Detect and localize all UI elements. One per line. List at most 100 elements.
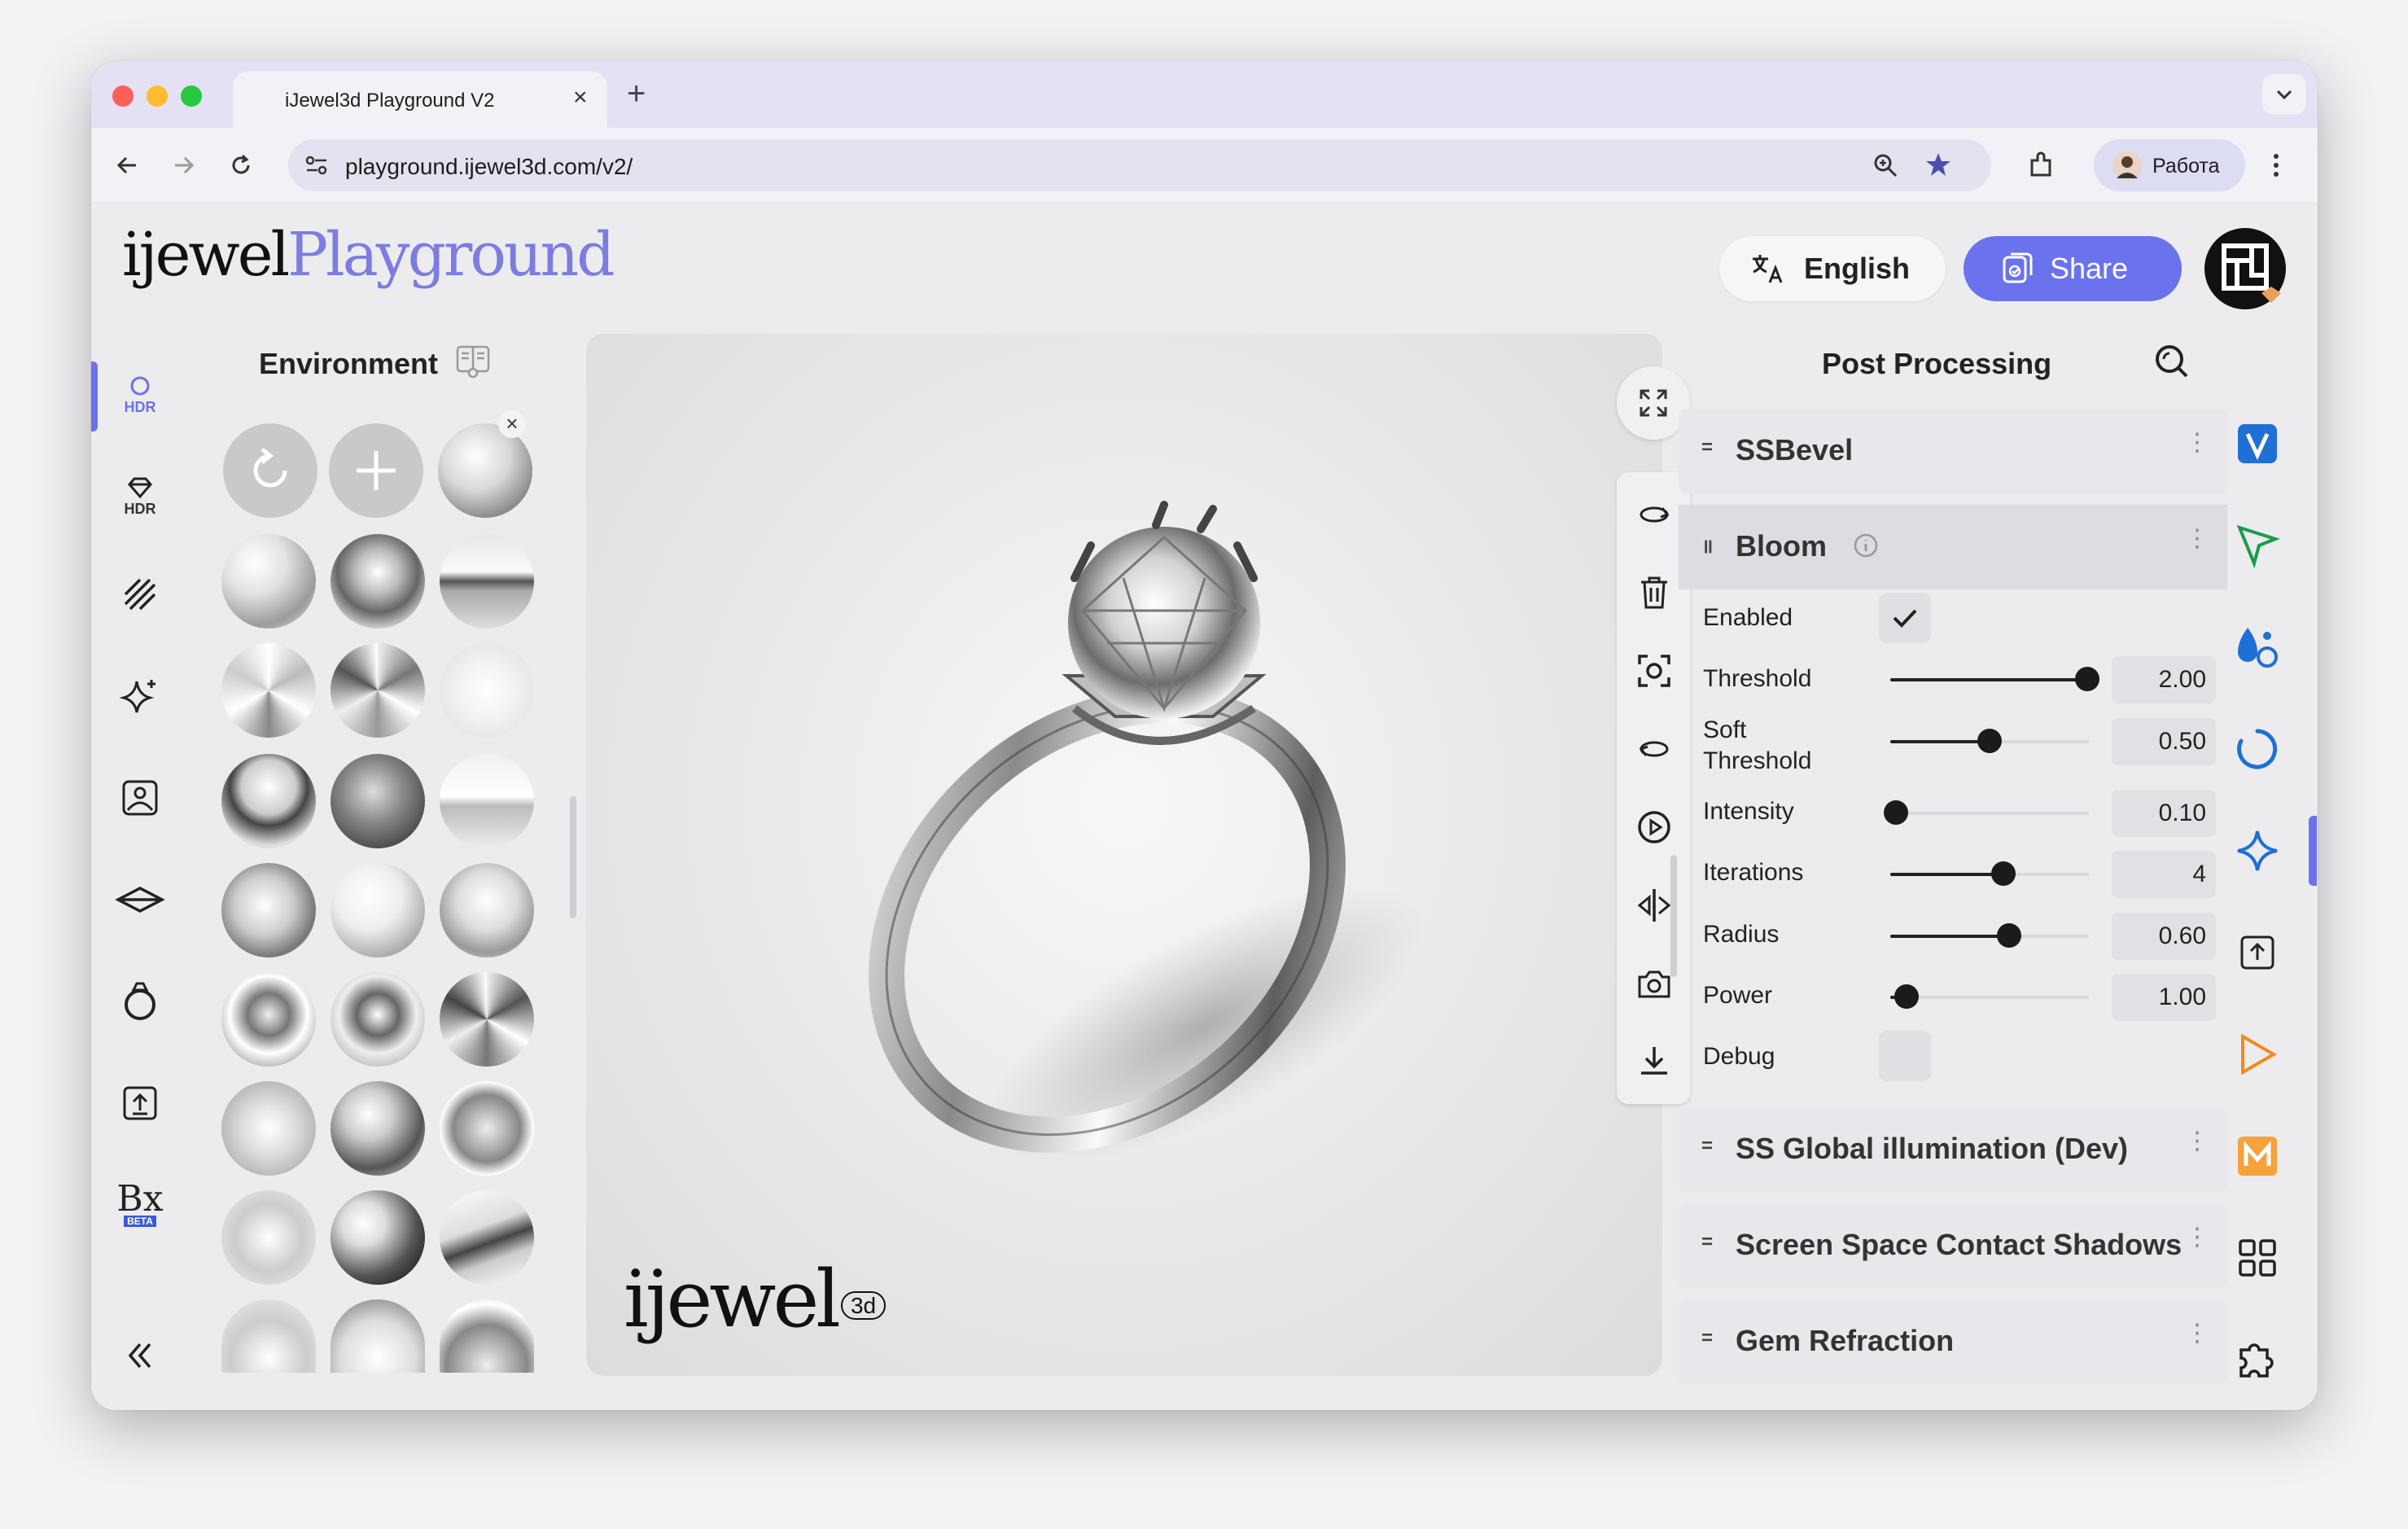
environment-thumb[interactable] <box>221 1190 316 1285</box>
slider-knob[interactable] <box>1884 800 1909 825</box>
collapse-panel-button[interactable] <box>116 1327 164 1384</box>
pp-section-bloom[interactable]: ॥ Bloom ⋮ <box>1679 505 2227 589</box>
intensity-slider[interactable] <box>1884 800 2089 825</box>
rail-v-plugin[interactable] <box>2229 415 2286 472</box>
rail-pointer[interactable] <box>2229 517 2286 574</box>
site-settings-icon[interactable] <box>304 154 329 177</box>
reset-view-button[interactable] <box>1630 725 1679 773</box>
add-environment-button[interactable] <box>329 423 423 518</box>
play-animation-button[interactable] <box>1630 803 1679 852</box>
soft-threshold-slider[interactable] <box>1890 729 2089 753</box>
rail-scene[interactable] <box>116 769 164 826</box>
environment-thumb[interactable] <box>331 1190 425 1285</box>
environment-thumb[interactable] <box>440 754 534 848</box>
environment-scrollbar[interactable] <box>570 796 576 918</box>
slider-knob[interactable] <box>1991 861 2016 886</box>
slider-knob[interactable] <box>1894 984 1919 1009</box>
rail-upload[interactable] <box>116 1075 164 1132</box>
rail-loading[interactable] <box>2229 721 2286 778</box>
debug-checkbox[interactable] <box>1879 1031 1931 1081</box>
slider-knob[interactable] <box>1977 729 2002 753</box>
back-button[interactable] <box>109 147 145 183</box>
power-slider[interactable] <box>1890 984 2089 1009</box>
more-options-icon[interactable]: ⋮ <box>2185 524 2209 553</box>
pp-section-gem-refraction[interactable]: = Gem Refraction ⋮ <box>1679 1299 2227 1384</box>
pp-section-ssgi[interactable]: = SS Global illumination (Dev) ⋮ <box>1679 1107 2227 1192</box>
rail-plugins[interactable] <box>2229 1331 2286 1388</box>
environment-thumb[interactable] <box>221 1081 316 1176</box>
drag-handle-icon[interactable]: = <box>1701 1231 1713 1254</box>
environment-thumb[interactable] <box>331 754 425 848</box>
app-logo[interactable]: ijewelPlayground <box>122 220 615 290</box>
rail-effects[interactable] <box>116 668 164 725</box>
environment-thumb[interactable] <box>331 643 425 738</box>
environment-thumb[interactable] <box>440 534 534 629</box>
drag-handle-icon[interactable]: = <box>1701 1135 1713 1158</box>
tab-search-button[interactable] <box>2262 74 2306 115</box>
enabled-checkbox[interactable] <box>1879 593 1931 643</box>
rail-m-plugin[interactable] <box>2229 1128 2286 1185</box>
rail-post-processing[interactable] <box>2229 822 2286 879</box>
environment-thumb[interactable] <box>440 643 534 738</box>
rail-materials[interactable] <box>116 973 164 1030</box>
toggle-on-icon[interactable]: ॥ <box>1701 532 1713 559</box>
soft-threshold-value[interactable]: 0.50 <box>2112 718 2216 765</box>
environment-thumb[interactable] <box>331 1081 425 1176</box>
user-avatar[interactable] <box>2204 228 2286 309</box>
bookmark-star-icon[interactable] <box>1924 151 1952 178</box>
environment-thumb[interactable] <box>221 1299 316 1373</box>
more-options-icon[interactable]: ⋮ <box>2185 1127 2209 1155</box>
new-tab-icon[interactable]: + <box>627 76 646 112</box>
radius-slider[interactable] <box>1890 923 2089 948</box>
minimize-window-button[interactable] <box>147 85 168 107</box>
rail-ground[interactable] <box>115 871 165 928</box>
profile-button[interactable]: Работа <box>2094 139 2245 191</box>
pp-section-ssbevel[interactable]: = SSBevel ⋮ <box>1679 409 2227 493</box>
close-window-button[interactable] <box>112 85 134 107</box>
reload-button[interactable] <box>223 147 259 183</box>
environment-thumb-selected[interactable] <box>438 423 532 518</box>
environment-thumb[interactable] <box>440 863 534 957</box>
slider-knob[interactable] <box>2074 667 2099 691</box>
threshold-slider[interactable] <box>1890 667 2099 691</box>
delete-button[interactable] <box>1630 568 1679 617</box>
browser-menu-button[interactable] <box>2258 147 2294 183</box>
extensions-button[interactable] <box>2024 147 2060 183</box>
rail-export[interactable] <box>2229 924 2286 981</box>
rail-bx[interactable]: Bx BETA <box>116 1176 164 1233</box>
more-options-icon[interactable]: ⋮ <box>2185 1223 2209 1251</box>
rail-shapes[interactable] <box>2229 619 2286 676</box>
environment-thumb[interactable] <box>331 1299 425 1373</box>
focus-button[interactable] <box>1630 646 1679 695</box>
3d-viewport[interactable]: ijewel 3d <box>586 334 1662 1376</box>
power-value[interactable]: 1.00 <box>2112 974 2216 1021</box>
more-options-icon[interactable]: ⋮ <box>2185 1319 2209 1347</box>
environment-thumb[interactable] <box>331 972 425 1067</box>
rail-animation[interactable] <box>2229 1026 2286 1083</box>
maximize-window-button[interactable] <box>181 85 202 107</box>
language-button[interactable]: English <box>1719 236 1946 301</box>
viewport-splitter[interactable] <box>1670 855 1677 977</box>
environment-book-icon[interactable] <box>454 342 492 379</box>
share-button[interactable]: Share <box>1964 236 2182 301</box>
iterations-slider[interactable] <box>1890 861 2089 886</box>
tab-close-icon[interactable]: × <box>573 84 588 112</box>
search-icon[interactable] <box>2152 342 2190 379</box>
environment-thumb[interactable] <box>331 863 425 957</box>
auto-rotate-button[interactable] <box>1630 490 1679 539</box>
download-button[interactable] <box>1630 1037 1679 1086</box>
intensity-value[interactable]: 0.10 <box>2112 790 2216 837</box>
reset-environment-button[interactable] <box>223 423 317 518</box>
environment-thumb[interactable] <box>440 1081 534 1176</box>
slider-knob[interactable] <box>1997 923 2022 948</box>
radius-value[interactable]: 0.60 <box>2112 913 2216 960</box>
rail-hdr-ground[interactable]: HDR <box>116 468 164 525</box>
address-bar[interactable]: playground.ijewel3d.com/v2/ <box>288 139 1991 191</box>
drag-handle-icon[interactable]: = <box>1701 436 1713 459</box>
zoom-icon[interactable] <box>1872 152 1898 178</box>
environment-thumb[interactable] <box>221 863 316 957</box>
more-options-icon[interactable]: ⋮ <box>2185 428 2209 457</box>
environment-thumb[interactable] <box>440 1299 534 1373</box>
environment-thumb[interactable] <box>221 534 316 629</box>
forward-button[interactable] <box>166 147 202 183</box>
